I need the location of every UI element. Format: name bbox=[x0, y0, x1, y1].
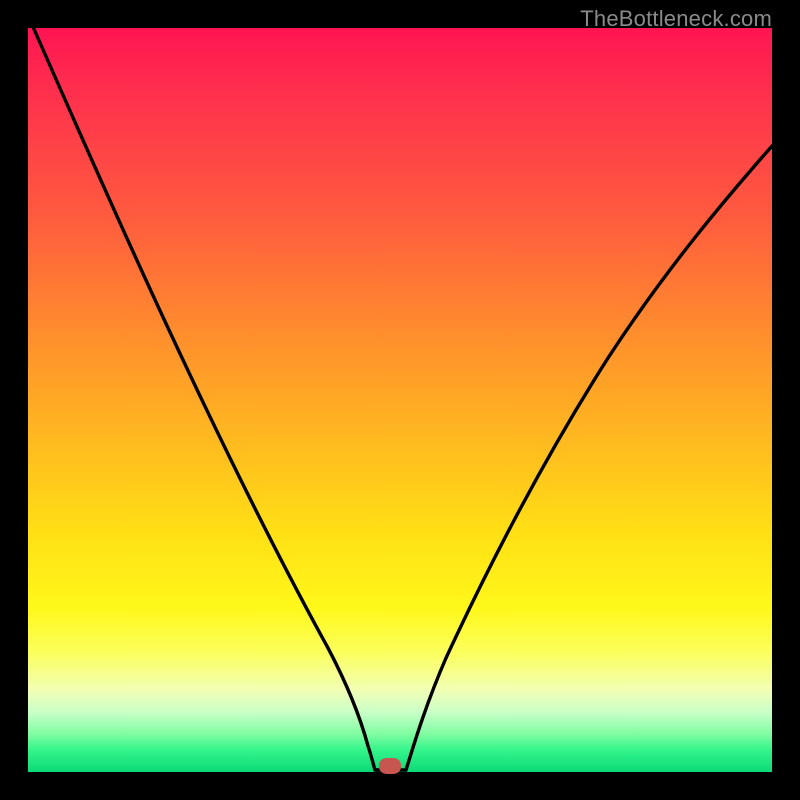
curve-layer bbox=[28, 28, 772, 772]
plot-area bbox=[28, 28, 772, 772]
bottleneck-curve-right bbox=[406, 146, 772, 770]
chart-frame: TheBottleneck.com bbox=[0, 0, 800, 800]
bottleneck-curve-left bbox=[30, 20, 381, 770]
optimal-point-marker bbox=[379, 758, 401, 774]
